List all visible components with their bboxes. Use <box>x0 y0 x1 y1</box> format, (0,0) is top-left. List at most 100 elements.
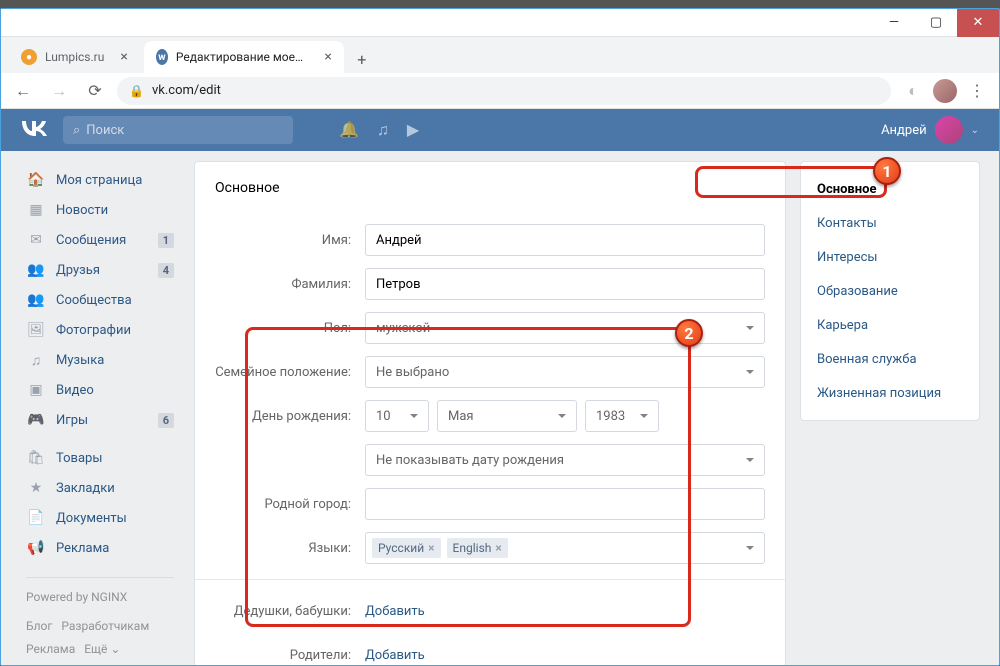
games-icon: 🎮 <box>26 410 46 430</box>
window-minimize-button[interactable]: — <box>873 9 915 37</box>
nav-forward-button[interactable]: → <box>45 77 73 105</box>
remove-tag-icon[interactable]: × <box>428 541 434 555</box>
browser-toolbar: ← → ⟳ 🔒 vk.com/edit ◐ ⋮ <box>1 73 999 109</box>
vk-user-menu[interactable]: Андрей ⌄ <box>881 116 979 144</box>
nav-reload-button[interactable]: ⟳ <box>81 77 109 105</box>
vk-body: 🏠Моя страница ▦Новости ✉Сообщения1 👥Друз… <box>1 151 999 665</box>
label-gender: Пол: <box>215 321 365 336</box>
browser-tab-vk-edit[interactable]: w Редактирование моей страниц × <box>144 41 344 73</box>
extension-icon[interactable]: ◐ <box>899 77 927 105</box>
input-surname[interactable] <box>365 268 765 300</box>
label-parents: Родители: <box>215 648 365 663</box>
browser-tab-lumpics[interactable]: ● Lumpics.ru × <box>9 41 140 73</box>
nav-friends[interactable]: 👥Друзья4 <box>20 255 180 285</box>
label-languages: Языки: <box>215 541 365 556</box>
callout-badge-2: 2 <box>675 319 703 347</box>
music-nav-icon: ♫ <box>26 350 46 370</box>
select-marital[interactable]: Не выбрано <box>365 356 765 388</box>
select-languages[interactable]: Русский× English× <box>365 532 765 564</box>
lock-icon: 🔒 <box>129 84 144 98</box>
input-hometown[interactable] <box>365 488 765 520</box>
link-add-parents[interactable]: Добавить <box>365 648 425 663</box>
lang-tag-ru[interactable]: Русский× <box>372 538 441 558</box>
chevron-down-icon: ⌄ <box>971 125 979 136</box>
nav-video[interactable]: ▣Видео <box>20 375 180 405</box>
profile-avatar-button[interactable] <box>933 79 957 103</box>
badge-count: 4 <box>158 263 174 278</box>
browser-window: — ▢ ✕ ● Lumpics.ru × w Редактирование мо… <box>0 8 1000 666</box>
market-icon: 🛍 <box>26 448 46 468</box>
favicon-icon: w <box>156 49 168 65</box>
window-close-button[interactable]: ✕ <box>957 9 999 37</box>
tab-title: Редактирование моей страниц <box>176 50 308 64</box>
vk-header: ⌕ 🔔 ♫ ▶ Андрей ⌄ <box>1 109 999 151</box>
vk-search-input[interactable] <box>86 123 283 138</box>
video-play-icon[interactable]: ▶ <box>407 120 419 140</box>
select-bday-day[interactable]: 10 <box>365 400 429 432</box>
ads-icon: 📢 <box>26 538 46 558</box>
browser-menu-button[interactable]: ⋮ <box>963 77 991 105</box>
tab-life-position[interactable]: Жизненная позиция <box>801 376 979 410</box>
vk-search-box[interactable]: ⌕ <box>63 116 293 144</box>
footer-link-dev[interactable]: Разработчикам <box>61 619 149 633</box>
vk-logo-icon <box>21 120 47 136</box>
nav-market[interactable]: 🛍Товары <box>20 443 180 473</box>
nav-ads[interactable]: 📢Реклама <box>20 533 180 563</box>
search-icon: ⌕ <box>73 123 80 138</box>
label-surname: Фамилия: <box>215 277 365 292</box>
nav-footer: Powered by NGINX Блог Разработчикам Рекл… <box>20 577 180 660</box>
page-content: ⌕ 🔔 ♫ ▶ Андрей ⌄ 🏠Моя страница ▦Новости <box>1 109 999 665</box>
footer-link-blog[interactable]: Блог <box>26 619 52 633</box>
nav-documents[interactable]: 📄Документы <box>20 503 180 533</box>
nav-messages[interactable]: ✉Сообщения1 <box>20 225 180 255</box>
select-bday-year[interactable]: 1983 <box>585 400 659 432</box>
nav-bookmarks[interactable]: ★Закладки <box>20 473 180 503</box>
remove-tag-icon[interactable]: × <box>495 541 501 555</box>
message-icon: ✉ <box>26 230 46 250</box>
footer-link-ads[interactable]: Реклама <box>26 642 75 656</box>
nav-my-page[interactable]: 🏠Моя страница <box>20 165 180 195</box>
community-icon: 👥 <box>26 290 46 310</box>
vk-logo[interactable] <box>21 119 47 142</box>
nav-back-button[interactable]: ← <box>9 77 37 105</box>
tab-close-icon[interactable]: × <box>120 49 127 65</box>
address-bar[interactable]: 🔒 vk.com/edit <box>117 77 891 105</box>
edit-section-tabs: Основное Контакты Интересы Образование К… <box>800 161 980 421</box>
star-icon: ★ <box>26 478 46 498</box>
select-bday-visibility[interactable]: Не показывать дату рождения <box>365 444 765 476</box>
favicon-icon: ● <box>21 49 37 65</box>
music-icon[interactable]: ♫ <box>377 120 389 140</box>
tab-contacts[interactable]: Контакты <box>801 206 979 240</box>
nav-photos[interactable]: 🖼Фотографии <box>20 315 180 345</box>
tab-military[interactable]: Военная служба <box>801 342 979 376</box>
nav-communities[interactable]: 👥Сообщества <box>20 285 180 315</box>
friends-icon: 👥 <box>26 260 46 280</box>
badge-count: 6 <box>158 413 174 428</box>
tab-education[interactable]: Образование <box>801 274 979 308</box>
link-add-grandparents[interactable]: Добавить <box>365 604 425 619</box>
footer-link-more[interactable]: Ещё ⌄ <box>84 642 120 656</box>
label-marital: Семейное положение: <box>215 365 365 380</box>
window-maximize-button[interactable]: ▢ <box>915 9 957 37</box>
vk-user-avatar <box>935 116 963 144</box>
lang-tag-en[interactable]: English× <box>447 538 508 558</box>
document-icon: 📄 <box>26 508 46 528</box>
photo-icon: 🖼 <box>26 320 46 340</box>
home-icon: 🏠 <box>26 170 46 190</box>
label-grandparents: Дедушки, бабушки: <box>215 604 365 619</box>
tab-career[interactable]: Карьера <box>801 308 979 342</box>
tab-close-icon[interactable]: × <box>324 49 331 65</box>
input-name[interactable] <box>365 224 765 256</box>
new-tab-button[interactable]: + <box>348 45 376 73</box>
select-gender[interactable]: мужской <box>365 312 765 344</box>
video-icon: ▣ <box>26 380 46 400</box>
edit-form-panel: Основное Имя: Фамилия: Пол: <box>194 161 786 665</box>
browser-tabstrip: ● Lumpics.ru × w Редактирование моей стр… <box>1 37 999 73</box>
label-birthday: День рождения: <box>215 409 365 424</box>
select-bday-month[interactable]: Мая <box>437 400 577 432</box>
nav-games[interactable]: 🎮Игры6 <box>20 405 180 435</box>
tab-interests[interactable]: Интересы <box>801 240 979 274</box>
notifications-icon[interactable]: 🔔 <box>339 120 359 140</box>
nav-music[interactable]: ♫Музыка <box>20 345 180 375</box>
nav-news[interactable]: ▦Новости <box>20 195 180 225</box>
